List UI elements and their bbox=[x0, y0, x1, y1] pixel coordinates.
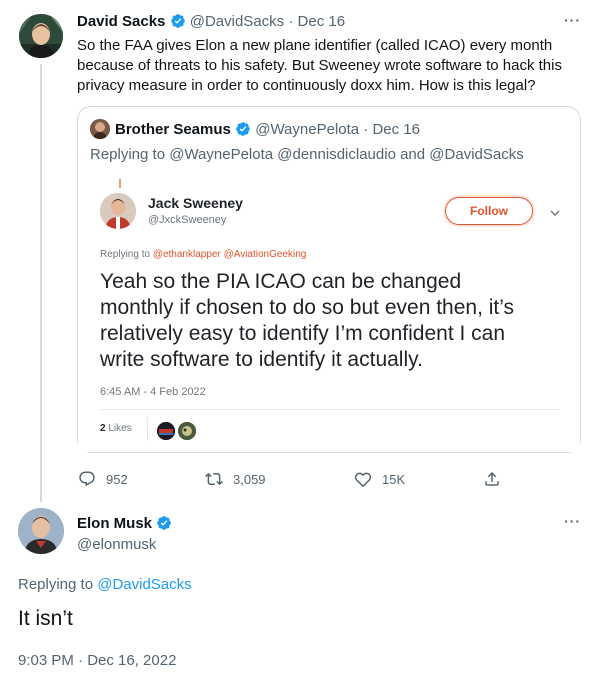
embedded-text-line: Yeah so the PIA ICAO can be changed bbox=[100, 270, 462, 293]
tweet-text-line: privacy measure in order to continuously… bbox=[77, 77, 536, 94]
reply-count: 952 bbox=[106, 471, 128, 487]
separator: · bbox=[288, 13, 294, 30]
verified-badge-icon bbox=[235, 121, 251, 137]
embedded-replying-handles: @ethanklapper @AviationGeeking bbox=[152, 249, 307, 260]
author-name[interactable]: David Sacks bbox=[77, 13, 165, 30]
embedded-likes: 2 Likes bbox=[100, 423, 132, 434]
replying-prefix: Replying to bbox=[18, 576, 94, 593]
avatar[interactable] bbox=[19, 14, 63, 58]
author-handle[interactable]: @DavidSacks bbox=[190, 13, 284, 30]
like-action[interactable]: 15K bbox=[354, 469, 405, 489]
tweet-date[interactable]: Dec 16 bbox=[372, 121, 420, 138]
more-options-icon[interactable]: ··· bbox=[564, 513, 581, 529]
likes-label: Likes bbox=[108, 423, 132, 434]
follow-label: Follow bbox=[470, 204, 508, 218]
top-mark bbox=[119, 179, 121, 188]
replying-handle[interactable]: @DavidSacks bbox=[97, 576, 191, 593]
verified-badge-icon bbox=[170, 13, 186, 29]
avatar[interactable] bbox=[90, 119, 110, 139]
embedded-text-line: monthly if chosen to do so but even then… bbox=[100, 296, 515, 319]
embedded-replying-prefix: Replying to bbox=[100, 249, 151, 260]
replying-to: Replying to @DavidSacks bbox=[18, 576, 192, 593]
author-handle[interactable]: @WaynePelota bbox=[255, 121, 359, 138]
thread-line bbox=[40, 64, 42, 502]
share-icon bbox=[483, 470, 501, 488]
liker-avatar bbox=[157, 422, 175, 440]
retweet-icon bbox=[205, 470, 223, 488]
author-name[interactable]: Elon Musk bbox=[77, 515, 152, 532]
verified-badge-icon bbox=[156, 515, 172, 531]
embedded-text-line: write software to identify it actually. bbox=[100, 348, 423, 371]
divider bbox=[100, 409, 560, 410]
reply-text: It isn’t bbox=[18, 607, 73, 630]
replying-handle-last[interactable]: @DavidSacks bbox=[429, 146, 523, 163]
embedded-author-handle: @JxckSweeney bbox=[148, 214, 227, 226]
embedded-tweet-image: Jack Sweeney @JxckSweeney Follow Replyin… bbox=[78, 173, 580, 452]
replying-handles[interactable]: @WaynePelota @dennisdiclaudio bbox=[169, 146, 396, 163]
tweet-date[interactable]: Dec 16 bbox=[298, 13, 346, 30]
embedded-timestamp: 6:45 AM - 4 Feb 2022 bbox=[100, 386, 206, 398]
embedded-author-name: Jack Sweeney bbox=[148, 195, 243, 211]
heart-icon bbox=[354, 470, 372, 488]
reply-header: Elon Musk bbox=[77, 515, 172, 532]
like-count: 15K bbox=[382, 471, 406, 487]
retweet-action[interactable]: 3,059 bbox=[205, 469, 266, 489]
more-options-icon[interactable]: ··· bbox=[564, 12, 581, 28]
avatar bbox=[100, 193, 136, 229]
chevron-down-icon bbox=[549, 205, 561, 223]
author-name[interactable]: Brother Seamus bbox=[115, 121, 231, 138]
replying-to: Replying to @WaynePelota @dennisdiclaudi… bbox=[90, 146, 524, 163]
liker-avatar bbox=[178, 422, 196, 440]
embedded-text-line: relatively easy to identify I’m confiden… bbox=[100, 322, 506, 345]
tweet-header: David Sacks @DavidSacks · Dec 16 bbox=[77, 13, 345, 30]
follow-button: Follow bbox=[445, 197, 533, 225]
tweet-text-line: because of threats to his safety. But Sw… bbox=[77, 57, 562, 74]
author-handle[interactable]: @elonmusk bbox=[77, 536, 156, 553]
share-action[interactable] bbox=[483, 469, 501, 489]
replying-prefix: Replying to bbox=[90, 146, 166, 163]
embedded-tweet-text: Yeah so the PIA ICAO can be changed mont… bbox=[100, 269, 570, 373]
tweet-text-line: So the FAA gives Elon a new plane identi… bbox=[77, 37, 553, 54]
embedded-replying-to: Replying to @ethanklapper @AviationGeeki… bbox=[100, 249, 306, 260]
quoted-header: Brother Seamus @WaynePelota · Dec 16 bbox=[115, 121, 420, 138]
divider bbox=[147, 417, 148, 441]
reply-action[interactable]: 952 bbox=[78, 469, 128, 489]
retweet-count: 3,059 bbox=[233, 471, 266, 487]
reply-icon bbox=[78, 470, 96, 488]
tweet-text: So the FAA gives Elon a new plane identi… bbox=[77, 36, 587, 96]
separator: · bbox=[363, 121, 369, 138]
replying-and: and bbox=[400, 146, 426, 163]
reply-timestamp[interactable]: 9:03 PM · Dec 16, 2022 bbox=[18, 652, 176, 669]
likes-count: 2 bbox=[100, 423, 106, 434]
avatar[interactable] bbox=[18, 508, 64, 554]
